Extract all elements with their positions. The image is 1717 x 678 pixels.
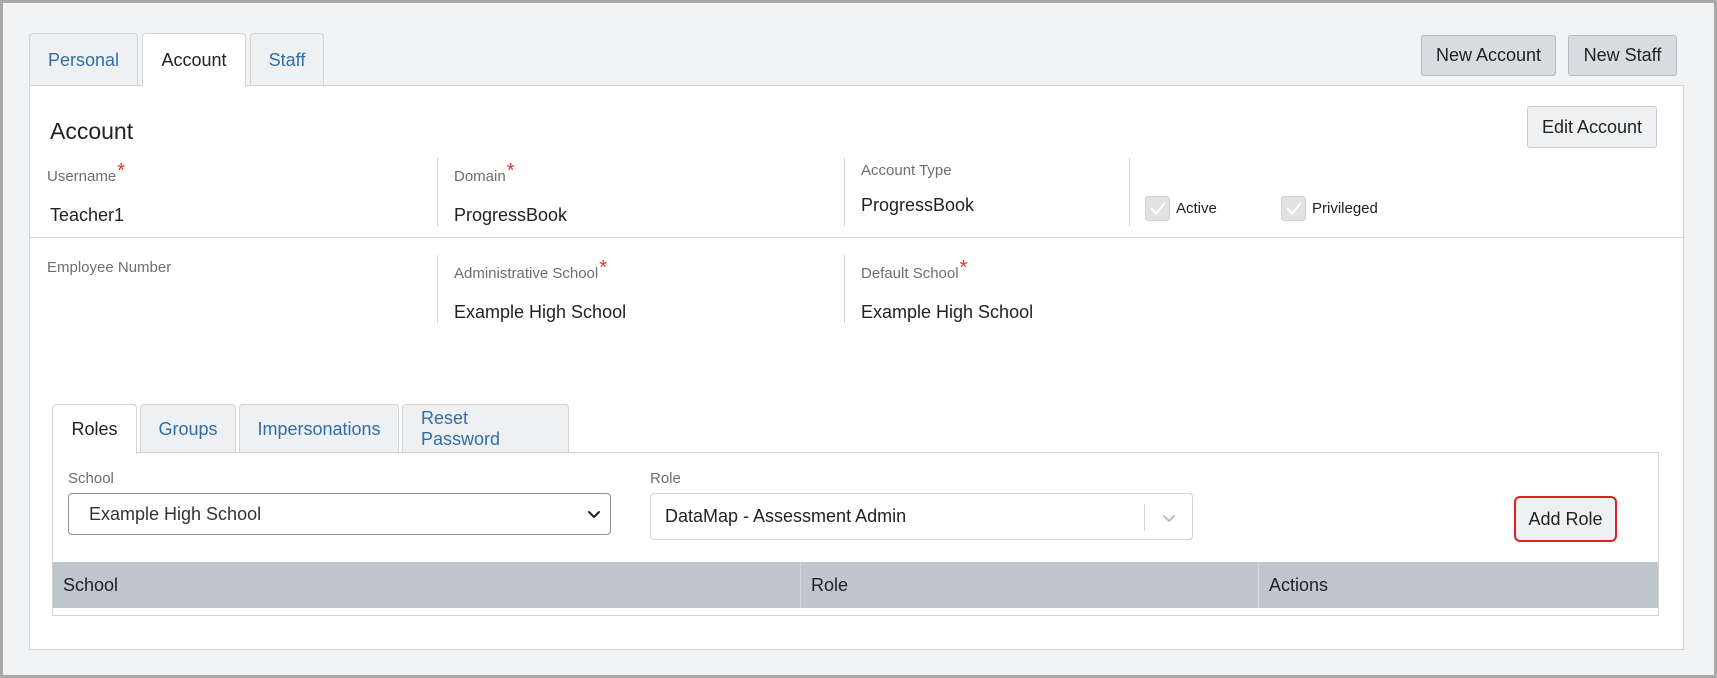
default-school-label: Default School* bbox=[861, 257, 968, 282]
chevron-down-icon[interactable] bbox=[1160, 509, 1178, 527]
employee-number-label: Employee Number bbox=[47, 259, 172, 276]
roles-table-header: School Role Actions bbox=[53, 562, 1658, 608]
tab-staff[interactable]: Staff bbox=[250, 33, 324, 86]
section-divider bbox=[30, 237, 1685, 238]
active-label: Active bbox=[1176, 200, 1217, 217]
edit-account-button[interactable]: Edit Account bbox=[1527, 106, 1657, 148]
top-tab-bar: Personal Account Staff bbox=[29, 33, 328, 87]
default-school-field: Default School* Example High School bbox=[861, 257, 1034, 323]
combobox-separator bbox=[1144, 504, 1145, 531]
administrative-school-field: Administrative School* Example High Scho… bbox=[454, 257, 627, 323]
role-combobox-value: DataMap - Assessment Admin bbox=[665, 506, 907, 526]
add-role-button[interactable]: Add Role bbox=[1514, 496, 1617, 542]
new-account-button[interactable]: New Account bbox=[1421, 35, 1556, 76]
tab-reset-password[interactable]: Reset Password bbox=[402, 404, 569, 453]
account-panel: Account Edit Account Username* Teacher1 … bbox=[29, 85, 1685, 650]
roles-panel: School Example High School Role DataMap … bbox=[52, 452, 1659, 616]
school-select-label: School bbox=[68, 470, 114, 487]
section-title: Account bbox=[50, 118, 134, 144]
roles-tab-bar: Roles Groups Impersonations Reset Passwo… bbox=[52, 404, 572, 454]
role-select-label: Role bbox=[650, 470, 681, 487]
domain-field: Domain* ProgressBook bbox=[454, 160, 568, 226]
school-select-value: Example High School bbox=[89, 503, 262, 524]
tab-roles[interactable]: Roles bbox=[52, 404, 137, 454]
privileged-checkbox-group: Privileged bbox=[1281, 196, 1378, 221]
account-type-value: ProgressBook bbox=[861, 195, 975, 215]
tab-groups[interactable]: Groups bbox=[140, 404, 236, 453]
role-combobox[interactable]: DataMap - Assessment Admin bbox=[650, 493, 1193, 540]
school-select[interactable]: Example High School bbox=[68, 493, 611, 535]
divider bbox=[437, 158, 438, 226]
tab-personal[interactable]: Personal bbox=[29, 33, 138, 86]
administrative-school-value: Example High School bbox=[454, 302, 627, 322]
checkmark-icon bbox=[1286, 201, 1301, 215]
tab-account[interactable]: Account bbox=[142, 33, 246, 87]
divider bbox=[437, 255, 438, 323]
employee-number-field: Employee Number bbox=[47, 259, 171, 294]
new-staff-button[interactable]: New Staff bbox=[1568, 35, 1677, 76]
username-label: Username* bbox=[47, 160, 125, 185]
default-school-value: Example High School bbox=[861, 302, 1034, 322]
privileged-label: Privileged bbox=[1312, 200, 1378, 217]
username-value: Teacher1 bbox=[50, 205, 125, 225]
domain-value: ProgressBook bbox=[454, 205, 568, 225]
column-header-actions: Actions bbox=[1269, 574, 1329, 595]
divider bbox=[1129, 158, 1130, 226]
column-header-school[interactable]: School bbox=[53, 562, 118, 608]
column-header-role[interactable]: Role bbox=[801, 562, 848, 608]
tab-impersonations[interactable]: Impersonations bbox=[239, 404, 399, 453]
required-marker: * bbox=[117, 160, 125, 182]
username-field: Username* Teacher1 bbox=[47, 160, 125, 226]
required-marker: * bbox=[959, 257, 968, 279]
divider bbox=[844, 255, 845, 323]
divider bbox=[844, 158, 845, 226]
account-type-field: Account Type ProgressBook bbox=[861, 162, 974, 216]
account-type-label: Account Type bbox=[861, 162, 952, 179]
required-marker: * bbox=[506, 160, 515, 182]
app-frame: Personal Account Staff New Account New S… bbox=[0, 0, 1717, 678]
checkmark-icon bbox=[1150, 201, 1165, 215]
domain-label: Domain* bbox=[454, 160, 515, 185]
active-checkbox-group: Active bbox=[1145, 196, 1217, 221]
chevron-down-icon bbox=[588, 511, 600, 518]
active-checkbox[interactable] bbox=[1145, 196, 1170, 221]
required-marker: * bbox=[599, 257, 608, 279]
administrative-school-label: Administrative School* bbox=[454, 257, 608, 282]
privileged-checkbox[interactable] bbox=[1281, 196, 1306, 221]
